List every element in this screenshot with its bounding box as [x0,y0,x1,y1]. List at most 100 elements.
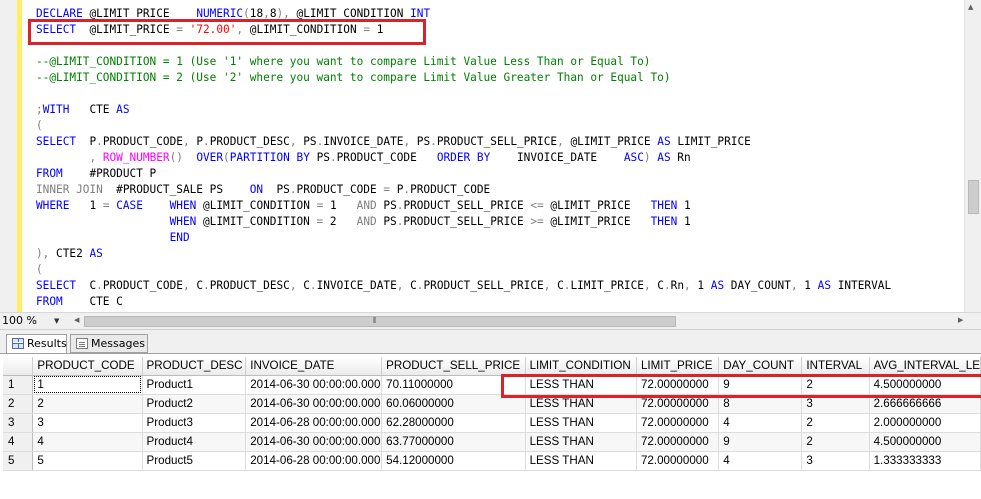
code-token: INVOICE_DATE [323,135,404,148]
table-cell[interactable]: Product2 [142,394,247,414]
code-token: ( [223,151,230,164]
code-line[interactable]: WHEN @LIMIT_CONDITION = 2 AND PS.PRODUCT… [36,214,891,230]
chevron-down-icon[interactable]: ▼ [54,314,59,328]
table-cell[interactable]: 54.12000000 [381,451,526,471]
table-cell[interactable]: LESS THAN [525,432,637,452]
zoom-select[interactable]: 100 % ▼ [2,314,64,328]
table-cell[interactable]: 4 [718,451,803,471]
query-editor[interactable]: DECLARE @LIMIT_PRICE NUMERIC(18,8), @LIM… [0,0,981,312]
code-line[interactable]: --@LIMIT_CONDITION = 1 (Use '1' where yo… [36,54,891,70]
row-number[interactable]: 2 [3,394,34,414]
table-cell[interactable]: 2 [801,413,870,433]
zoom-value: 100 % [2,314,37,327]
code-line[interactable]: SELECT P.PRODUCT_CODE, P.PRODUCT_DESC, P… [36,134,891,150]
code-token: SELECT [36,279,90,292]
row-number-header[interactable] [3,357,34,376]
table-cell[interactable]: 4 [718,413,803,433]
code-line[interactable]: INNER JOIN #PRODUCT_SALE PS ON PS.PRODUC… [36,182,891,198]
code-token: PRODUCT_SELL_PRICE [403,215,531,228]
code-token: PS [296,135,317,148]
code-token: = [102,199,110,212]
column-header[interactable]: LIMIT_PRICE [636,357,720,376]
row-number[interactable]: 3 [3,413,34,433]
code-line[interactable]: FROM #PRODUCT P [36,166,891,182]
column-header[interactable]: AVG_INTERVAL_LE [869,357,981,376]
table-cell[interactable]: 3 [801,451,870,471]
tab-messages[interactable]: Messages [70,334,148,353]
row-number[interactable]: 4 [3,432,34,452]
table-cell[interactable]: 4 [32,432,143,452]
code-token: , [684,279,691,292]
table-cell[interactable]: 4.500000000 [869,432,981,452]
table-cell[interactable]: 1 [32,375,143,395]
code-line[interactable]: ), CTE2 AS [36,246,891,262]
table-cell[interactable]: Product4 [142,432,247,452]
code-line[interactable] [36,86,891,102]
horizontal-scroll-thumb[interactable]: ⦀ [84,316,676,327]
code-token: , [790,279,798,292]
column-header[interactable]: LIMIT_CONDITION [525,357,637,376]
editor-vertical-scrollbar[interactable]: ▲ [964,0,981,312]
scroll-up-arrow-icon[interactable]: ▲ [968,3,973,11]
code-line[interactable]: END [36,230,891,246]
code-line[interactable]: ( [36,262,891,278]
table-cell[interactable]: Product1 [142,375,247,395]
row-number[interactable]: 1 [3,375,34,395]
code-token: AND [356,215,377,228]
code-line[interactable]: , ROW_NUMBER() OVER(PARTITION BY PS.PROD… [36,150,891,166]
table-cell[interactable]: Product5 [142,451,247,471]
code-token: PS [376,215,397,228]
scroll-right-arrow-icon[interactable]: ▶ [958,316,963,324]
table-cell[interactable]: 72.00000000 [636,432,720,452]
table-cell[interactable]: 2 [32,394,143,414]
scroll-left-arrow-icon[interactable]: ◀ [74,316,79,324]
table-cell[interactable]: Product3 [142,413,247,433]
table-cell[interactable]: 5 [32,451,143,471]
table-cell[interactable]: 62.28000000 [381,413,526,433]
table-cell[interactable]: 2.000000000 [869,413,981,433]
table-cell[interactable]: 2014-06-30 00:00:00.000 [245,394,383,414]
table-cell[interactable]: 2014-06-30 00:00:00.000 [245,432,383,452]
table-cell[interactable]: LESS THAN [525,451,637,471]
code-token: @LIMIT_PRICE [543,199,651,212]
tab-results-label: Results [27,337,67,350]
code-line[interactable]: --@LIMIT_CONDITION = 2 (Use '2' where yo… [36,70,891,86]
code-token: @LIMIT_CONDITION [196,215,317,228]
table-cell[interactable]: 2014-06-30 00:00:00.000 [245,375,383,395]
table-cell[interactable]: 2014-06-28 00:00:00.000 [245,451,383,471]
code-line[interactable]: ;WITH CTE AS [36,102,891,118]
column-header[interactable]: PRODUCT_CODE [32,357,143,376]
vertical-scroll-thumb[interactable] [968,180,979,214]
code-line[interactable]: SELECT C.PRODUCT_CODE, C.PRODUCT_DESC, C… [36,278,891,294]
table-cell[interactable]: 2 [801,432,870,452]
column-header[interactable]: DAY_COUNT [718,357,803,376]
code-token: THEN [650,199,678,212]
tab-results[interactable]: Results [6,334,67,353]
code-line[interactable]: FROM CTE C [36,294,891,310]
column-header[interactable]: PRODUCT_SELL_PRICE [381,357,526,376]
table-cell[interactable]: 3 [32,413,143,433]
code-token: PRODUCT_CODE [410,183,491,196]
row-number[interactable]: 5 [3,451,34,471]
table-cell[interactable]: 72.00000000 [636,451,720,471]
table-cell[interactable]: 2014-06-28 00:00:00.000 [245,413,383,433]
code-line[interactable]: ( [36,118,891,134]
column-header[interactable]: INTERVAL [801,357,870,376]
table-row[interactable]: 4 4 Product4 2014-06-30 00:00:00.000 63.7700… [3,432,981,452]
code-token: , [182,279,190,292]
table-cell[interactable]: 9 [718,432,803,452]
code-token: C [550,279,564,292]
code-line[interactable]: WHERE 1 = CASE WHEN @LIMIT_CONDITION = 1… [36,198,891,214]
table-row[interactable]: 3 3 Product3 2014-06-28 00:00:00.000 62.2800… [3,413,981,433]
table-cell[interactable]: 63.77000000 [381,432,526,452]
column-header[interactable]: PRODUCT_DESC [142,357,247,376]
column-header[interactable]: INVOICE_DATE [245,357,383,376]
code-token: LIMIT_PRICE [670,135,751,148]
table-cell[interactable]: 1.333333333 [869,451,981,471]
table-cell[interactable]: 72.00000000 [636,413,720,433]
sql-code[interactable]: DECLARE @LIMIT_PRICE NUMERIC(18,8), @LIM… [36,6,891,310]
code-token: . [203,279,210,292]
table-row[interactable]: 5 5 Product5 2014-06-28 00:00:00.000 54.1200… [3,451,981,471]
table-cell[interactable]: LESS THAN [525,413,637,433]
code-token: CTE C [89,295,123,308]
